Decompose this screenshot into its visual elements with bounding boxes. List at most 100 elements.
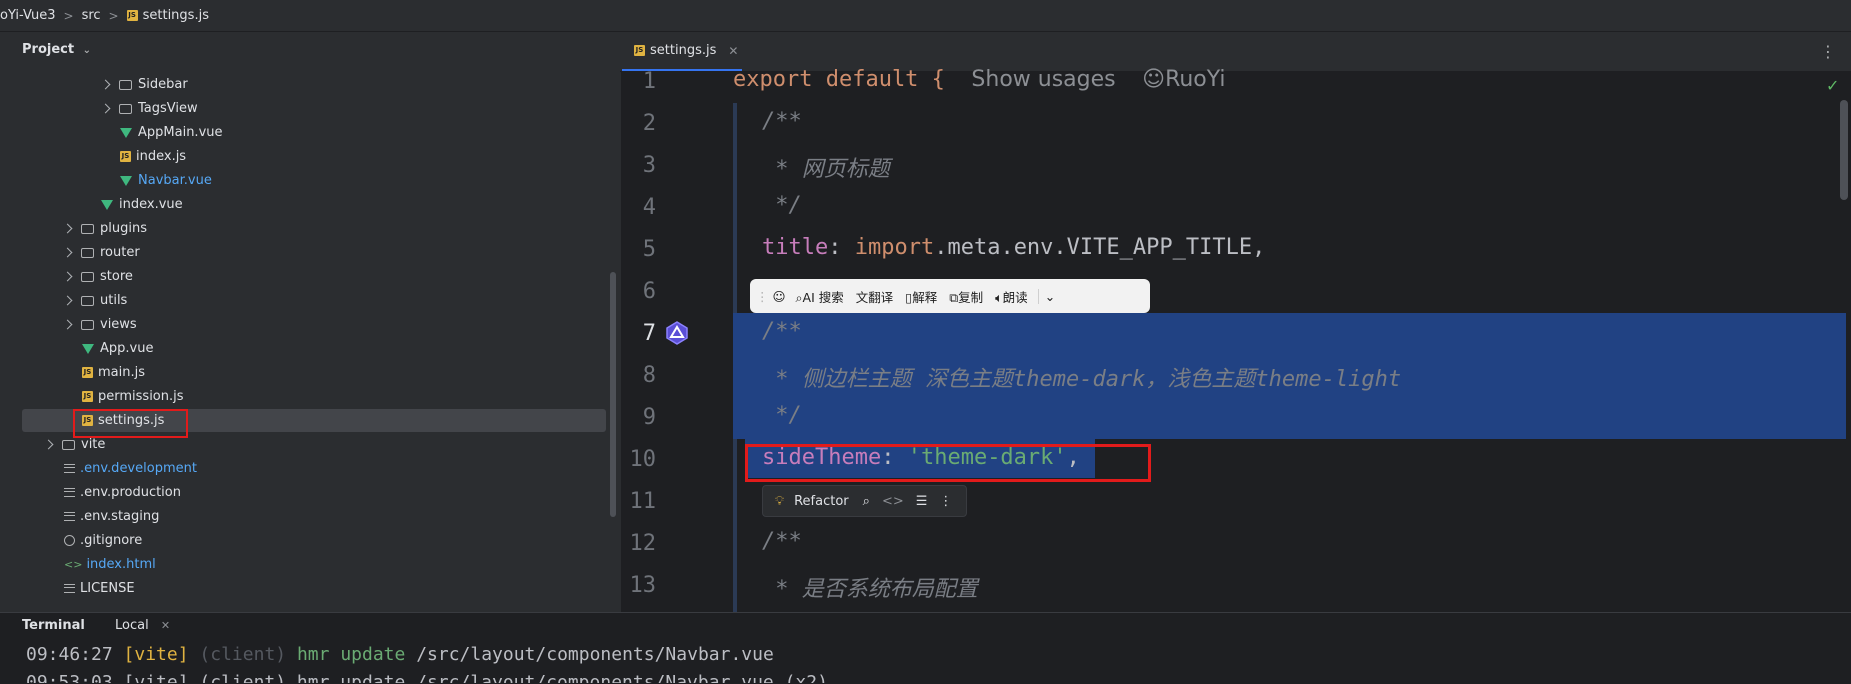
code-line-5[interactable]: title: import.meta.env.VITE_APP_TITLE, <box>762 235 1265 260</box>
editor-scrollbar[interactable] <box>1840 100 1848 200</box>
code-token: import <box>854 235 935 260</box>
js-file-icon: JS <box>126 10 138 21</box>
tree-item-views[interactable]: views <box>62 315 137 335</box>
tab-label: settings.js <box>650 43 717 58</box>
line-number: 13 <box>629 573 657 598</box>
more-options-icon[interactable]: ⋮ <box>939 494 952 509</box>
read-aloud-button[interactable]: 🔈︎朗读 <box>995 287 1028 306</box>
code-line-13[interactable]: * 是否系统布局配置 <box>762 571 978 603</box>
assistant-icon[interactable]: ☺ <box>773 289 786 304</box>
explain-button[interactable]: ▯解释 <box>905 287 937 306</box>
more-options-icon[interactable]: ⋮ <box>1820 42 1836 61</box>
folder-icon <box>81 247 94 258</box>
code-token: export default { <box>733 67 945 92</box>
tree-item-license[interactable]: LICENSE <box>64 579 135 599</box>
tree-item-label: Sidebar <box>138 77 188 92</box>
code-icon[interactable]: <> <box>882 494 904 509</box>
translate-button[interactable]: 文翻译 <box>856 287 894 306</box>
ignore-file-icon <box>64 535 75 546</box>
vue-file-icon <box>101 199 113 210</box>
terminal-header: Terminal Local ✕ <box>22 618 170 633</box>
copy-button[interactable]: ⧉复制 <box>949 287 983 306</box>
tree-item-env-staging[interactable]: .env.staging <box>64 507 159 527</box>
line-number: 10 <box>629 447 657 472</box>
breadcrumb-file[interactable]: settings.js <box>143 8 209 23</box>
tree-item-plugins[interactable]: plugins <box>62 219 147 239</box>
tree-item-label: index.vue <box>119 197 183 212</box>
text-file-icon <box>64 512 75 521</box>
tree-item-app-vue[interactable]: App.vue <box>82 339 153 359</box>
code-line-7[interactable]: /** <box>762 319 802 344</box>
chevron-right-icon <box>62 271 73 282</box>
tree-item-env-production[interactable]: .env.production <box>64 483 181 503</box>
vue-file-icon <box>82 343 94 354</box>
chevron-down-icon[interactable]: ⌄ <box>1037 288 1055 304</box>
chevron-right-icon <box>62 223 73 234</box>
folder-icon <box>81 271 94 282</box>
code-line-3[interactable]: * 网页标题 <box>762 151 890 183</box>
tree-item-router[interactable]: router <box>62 243 140 263</box>
terminal-title[interactable]: Terminal <box>22 618 85 633</box>
tree-item-label: utils <box>100 293 128 308</box>
format-icon[interactable]: ☰ <box>916 494 928 509</box>
search-icon[interactable]: ⌕ <box>863 494 870 509</box>
tree-item-gitignore[interactable]: .gitignore <box>64 531 142 551</box>
line-number: 12 <box>629 531 657 556</box>
refactor-button[interactable]: Refactor <box>794 494 849 509</box>
code-line-1[interactable]: export default { Show usages ☺RuoYi <box>733 67 1226 92</box>
breadcrumb-project[interactable]: oYi-Vue3 <box>0 8 56 23</box>
code-line-12[interactable]: /** <box>762 529 802 554</box>
copy-label: 复制 <box>958 289 984 305</box>
tree-item-tagsview[interactable]: TagsView <box>100 99 198 119</box>
tree-item-label: .env.development <box>80 461 197 476</box>
tree-item-appmain[interactable]: AppMain.vue <box>120 123 223 143</box>
drag-handle-icon[interactable]: ⋮ <box>756 289 769 304</box>
tree-item-navbar[interactable]: Navbar.vue <box>120 171 212 191</box>
tree-item-env-development[interactable]: .env.development <box>64 459 197 479</box>
code-token: .meta.env.VITE_APP_TITLE, <box>934 235 1266 260</box>
lightbulb-icon[interactable]: 💡︎ <box>775 494 784 509</box>
tree-item-index-js[interactable]: JS index.js <box>120 147 186 167</box>
text-file-icon <box>64 488 75 497</box>
log-time: 09:46:27 <box>26 644 113 665</box>
code-line-8[interactable]: * 侧边栏主题 深色主题theme-dark，浅色主题theme-light <box>762 361 1401 393</box>
ai-assistant-icon[interactable] <box>664 320 690 346</box>
chevron-right-icon <box>100 103 111 114</box>
tree-item-store[interactable]: store <box>62 267 133 287</box>
close-icon[interactable]: ✕ <box>728 44 738 58</box>
folder-icon <box>119 79 132 90</box>
log-path: /src/layout/components/Navbar.vue <box>416 644 774 665</box>
checkmark-icon: ✓ <box>1826 76 1840 95</box>
tab-terminal-local[interactable]: Local <box>115 618 149 633</box>
tab-settings-js[interactable]: JS settings.js ✕ <box>622 32 742 71</box>
tree-item-index-html[interactable]: <> index.html <box>64 555 156 575</box>
tree-item-label: LICENSE <box>80 581 135 596</box>
usages-hint[interactable]: Show usages <box>971 67 1115 92</box>
terminal-output-line: 09:53:03 [vite] (client) hmr update /src… <box>26 672 828 683</box>
line-number: 8 <box>642 363 656 388</box>
tree-item-sidebar[interactable]: Sidebar <box>100 75 188 95</box>
code-line-9[interactable]: */ <box>762 403 802 428</box>
tree-item-index-vue[interactable]: index.vue <box>101 195 183 215</box>
project-panel-title[interactable]: Project ⌄ <box>22 42 91 57</box>
code-line-4[interactable]: */ <box>762 193 802 218</box>
line-number: 5 <box>642 237 656 262</box>
tree-item-vite[interactable]: vite <box>43 435 105 455</box>
folder-icon <box>81 223 94 234</box>
tree-item-permission-js[interactable]: JS permission.js <box>82 387 184 407</box>
close-icon[interactable]: ✕ <box>161 619 170 632</box>
speaker-icon: 🔈︎ <box>995 289 1003 305</box>
tree-item-label: Navbar.vue <box>138 173 212 188</box>
code-token: : <box>828 235 855 260</box>
project-scrollbar[interactable] <box>610 272 616 517</box>
tree-item-label: TagsView <box>138 101 198 116</box>
chevron-right-icon <box>43 439 54 450</box>
code-line-2[interactable]: /** <box>762 109 802 134</box>
line-number: 11 <box>629 489 657 514</box>
tree-item-main-js[interactable]: JS main.js <box>82 363 145 383</box>
folder-icon <box>81 295 94 306</box>
ai-search-button[interactable]: ⌕AI 搜索 <box>796 287 844 306</box>
chevron-right-icon <box>62 319 73 330</box>
breadcrumb-src[interactable]: src <box>82 8 101 23</box>
tree-item-utils[interactable]: utils <box>62 291 128 311</box>
